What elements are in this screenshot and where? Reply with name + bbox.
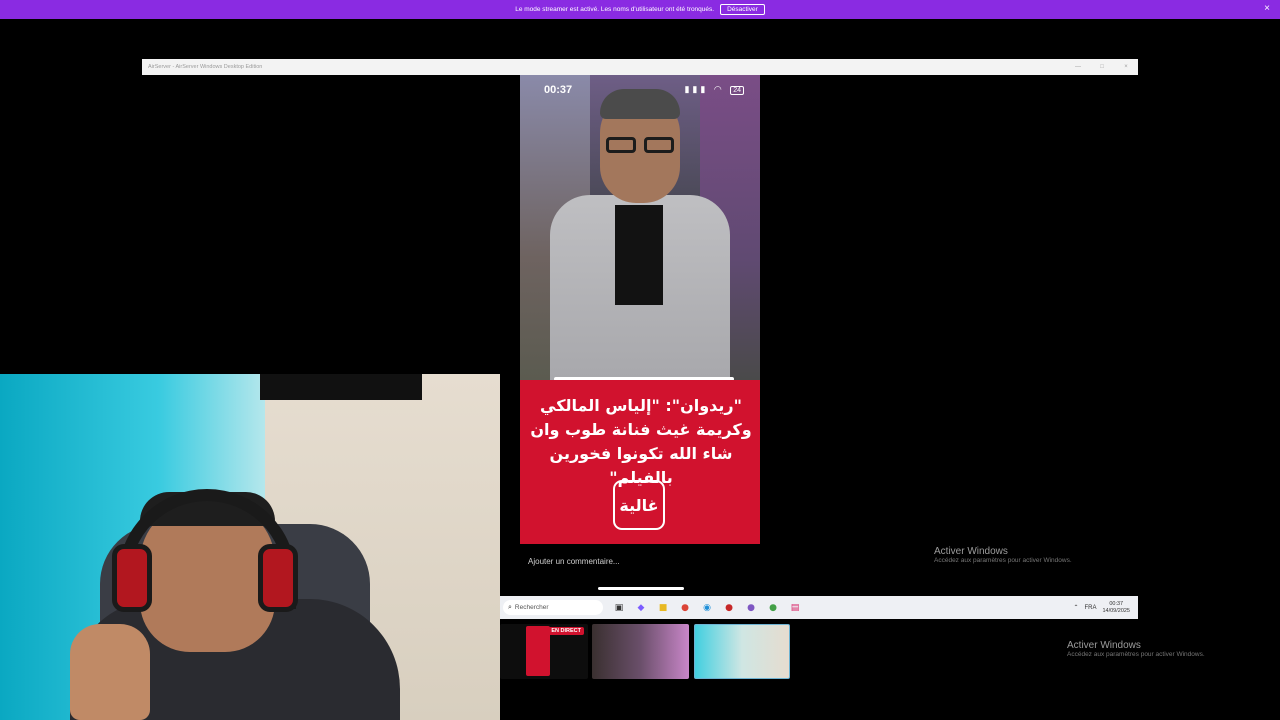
- phone-status-bar: 00:37 ▮▮▮ ◠ 24: [520, 81, 760, 97]
- chrome-alt-icon[interactable]: ●: [765, 600, 781, 616]
- headset-earcup-left: [112, 544, 152, 612]
- windows-taskbar: ⌕ Rechercher ▣ ◆ ■ ● ◉ ● ● ● ▤ ⌃ FRA 00:37 14/09…: [500, 596, 1138, 619]
- search-placeholder: Rechercher: [514, 604, 549, 611]
- clock-time: 00:37: [1109, 600, 1124, 607]
- headset-earcup-right: [258, 544, 298, 612]
- watermark-title: Activer Windows: [934, 546, 1008, 557]
- deactivate-button[interactable]: Désactiver: [720, 4, 765, 15]
- file-explorer-icon[interactable]: ■: [655, 600, 671, 616]
- activate-windows-watermark: Activer Windows Accédez aux paramètres p…: [934, 546, 1072, 564]
- banner-message: Le mode streamer est activé. Les noms d'…: [515, 6, 715, 13]
- taskbar-search[interactable]: ⌕ Rechercher: [503, 600, 603, 615]
- chrome-icon[interactable]: ●: [677, 600, 693, 616]
- signal-icon: ▮▮▮: [684, 84, 709, 94]
- watermark-subtitle: Accédez aux paramètres pour activer Wind…: [934, 557, 1072, 564]
- banner-close-icon[interactable]: ×: [1264, 3, 1270, 14]
- home-indicator[interactable]: [598, 587, 684, 590]
- headline-text: "ريدوان": "إلياس المالكي وكريمة غيث فنان…: [530, 396, 752, 487]
- system-tray: ⌃ FRA 00:37 14/09/2025: [1073, 601, 1138, 615]
- thumbnail-room[interactable]: [592, 624, 689, 679]
- task-view-icon[interactable]: ▣: [611, 600, 627, 616]
- activate-windows-watermark-outer: Activer Windows Accédez aux paramètres p…: [1067, 640, 1205, 658]
- app-red-icon[interactable]: ▤: [787, 600, 803, 616]
- wall-tv: [260, 374, 422, 400]
- edge-icon[interactable]: ◉: [699, 600, 715, 616]
- webcam-feed: [0, 374, 500, 720]
- glasses: [602, 137, 678, 153]
- copilot-icon[interactable]: ◆: [633, 600, 649, 616]
- tray-chevron-icon[interactable]: ⌃: [1073, 604, 1078, 611]
- window-close-icon[interactable]: ×: [1114, 64, 1138, 70]
- app-purple-icon[interactable]: ●: [743, 600, 759, 616]
- language-indicator[interactable]: FRA: [1084, 605, 1096, 611]
- window-titlebar: AirServer - AirServer Windows Desktop Ed…: [142, 59, 1138, 75]
- streamer-mode-banner: Le mode streamer est activé. Les noms d'…: [0, 0, 1280, 19]
- watermark-title: Activer Windows: [1067, 640, 1141, 651]
- search-icon: ⌕: [508, 603, 512, 611]
- taskbar-apps: ▣ ◆ ■ ● ◉ ● ● ● ▤: [611, 600, 803, 616]
- headline-card: "ريدوان": "إلياس المالكي وكريمة غيث فنان…: [520, 380, 760, 544]
- chrome-profile-icon[interactable]: ●: [721, 600, 737, 616]
- window-title: AirServer - AirServer Windows Desktop Ed…: [148, 64, 263, 70]
- comment-input[interactable]: Ajouter un commentaire...: [528, 557, 620, 566]
- live-badge: EN DIRECT: [548, 627, 584, 635]
- streamer-hand: [70, 624, 150, 720]
- wifi-icon: ◠: [713, 84, 725, 94]
- status-time: 00:37: [544, 84, 573, 96]
- minimize-icon[interactable]: —: [1066, 64, 1090, 70]
- video-frame[interactable]: 00:37 ▮▮▮ ◠ 24: [520, 75, 760, 380]
- taskbar-clock[interactable]: 00:37 14/09/2025: [1102, 601, 1130, 615]
- thumbnail-webcam[interactable]: [694, 624, 790, 679]
- watermark-subtitle: Accédez aux paramètres pour activer Wind…: [1067, 651, 1205, 658]
- status-icons: ▮▮▮ ◠ 24: [684, 84, 744, 95]
- phone-screen: 00:37 ▮▮▮ ◠ 24 "ريدوان": "إلياس المالكي …: [520, 75, 760, 596]
- channel-logo: غالية: [613, 480, 665, 530]
- battery-icon: 24: [730, 86, 744, 95]
- thumbnail-phone-preview: [526, 626, 550, 676]
- maximize-icon[interactable]: □: [1090, 64, 1114, 70]
- clock-date: 14/09/2025: [1102, 607, 1130, 614]
- thumbnail-live[interactable]: EN DIRECT: [500, 624, 588, 679]
- person-shirt: [615, 205, 663, 305]
